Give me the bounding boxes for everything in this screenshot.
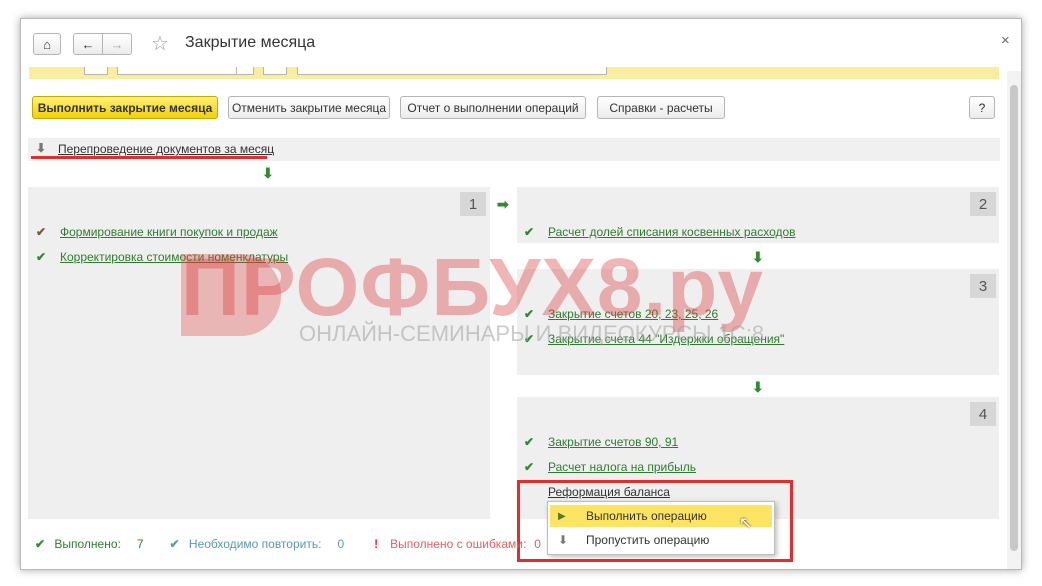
back-button[interactable]: ←	[73, 33, 103, 55]
arrow-right-icon: →	[110, 36, 124, 52]
reference-calculations-button[interactable]: Справки - расчеты	[597, 96, 725, 119]
profit-tax-link[interactable]: Расчет налога на прибыль	[548, 460, 696, 474]
step-panel-2: 2 ✔ Расчет долей списания косвенных расх…	[517, 187, 999, 243]
red-box-annotation	[517, 480, 793, 562]
check-icon: ✔	[169, 537, 180, 551]
step-number: 1	[460, 192, 486, 216]
home-button[interactable]: ⌂	[33, 33, 61, 55]
indirect-costs-shares-link[interactable]: Расчет долей списания косвенных расходов	[548, 225, 796, 239]
check-icon: ✔	[35, 537, 46, 551]
scrollbar-thumb[interactable]	[1010, 85, 1018, 551]
done-count: 7	[136, 537, 144, 551]
check-icon: ✔	[524, 225, 535, 239]
step-number: 3	[970, 274, 996, 298]
list-item: ✔ Закрытие счетов 90, 91	[524, 435, 678, 449]
watermark-tagline: ОНЛАЙН-СЕМИНАРЫ И ВИДЕОКУРСЫ 1С:8	[299, 321, 765, 346]
status-bar: ✔ Выполнено: 7 ✔ Необходимо повторить: 0…	[21, 531, 541, 557]
list-item: ✔ Расчет налога на прибыль	[524, 460, 696, 474]
operations-report-button[interactable]: Отчет о выполнении операций	[400, 96, 586, 119]
errors-count: 0	[534, 537, 541, 551]
arrow-right-icon: ➡	[497, 196, 509, 212]
step-panel-1: 1 ✔ Формирование книги покупок и продаж …	[28, 187, 490, 519]
period-select-button[interactable]	[236, 67, 254, 75]
check-icon: ✔	[524, 435, 535, 449]
period-field[interactable]	[117, 67, 237, 75]
red-underline-annotation	[31, 156, 267, 159]
close-icon[interactable]: ×	[1001, 32, 1010, 49]
step-number: 2	[970, 192, 996, 216]
repost-documents-link[interactable]: Перепроведение документов за месяц	[58, 142, 274, 156]
close-accounts-90-91-link[interactable]: Закрытие счетов 90, 91	[548, 435, 678, 449]
star-icon[interactable]: ☆	[151, 31, 169, 56]
books-purchases-sales-link[interactable]: Формирование книги покупок и продаж	[60, 225, 278, 239]
period-bar	[29, 67, 999, 79]
arrow-down-icon: ⬇	[262, 165, 274, 181]
check-icon: ✔	[36, 225, 47, 239]
arrow-left-icon: ←	[81, 36, 95, 52]
help-button[interactable]: ?	[969, 96, 995, 119]
list-item: ✔ Расчет долей списания косвенных расход…	[524, 225, 796, 239]
forward-button[interactable]: →	[102, 33, 132, 55]
arrow-down-icon: ⬇	[36, 141, 47, 155]
page-title: Закрытие месяца	[185, 34, 316, 51]
window-header: ⌂ ← → ☆ Закрытие месяца ×	[21, 19, 1021, 67]
organization-field[interactable]	[297, 67, 607, 75]
error-icon: !	[374, 537, 379, 551]
vertical-scrollbar[interactable]	[1007, 71, 1021, 569]
period-prev-button[interactable]	[84, 67, 108, 75]
execute-close-month-button[interactable]: Выполнить закрытие месяца	[32, 96, 218, 119]
organization-prev-button[interactable]	[263, 67, 287, 75]
repeat-count: 0	[337, 537, 345, 551]
home-icon: ⌂	[43, 36, 51, 52]
check-icon: ✔	[524, 460, 535, 474]
errors-label: Выполнено с ошибками:	[390, 537, 527, 551]
check-icon: ✔	[36, 250, 47, 264]
window: ⌂ ← → ☆ Закрытие месяца × Выполнить закр…	[20, 18, 1022, 570]
done-label: Выполнено:	[54, 537, 121, 551]
list-item: ✔ Формирование книги покупок и продаж	[36, 225, 278, 239]
arrow-down-icon: ⬇	[752, 379, 764, 395]
cancel-close-month-button[interactable]: Отменить закрытие месяца	[228, 96, 390, 119]
repeat-label: Необходимо повторить:	[188, 537, 322, 551]
step-number: 4	[970, 402, 996, 426]
